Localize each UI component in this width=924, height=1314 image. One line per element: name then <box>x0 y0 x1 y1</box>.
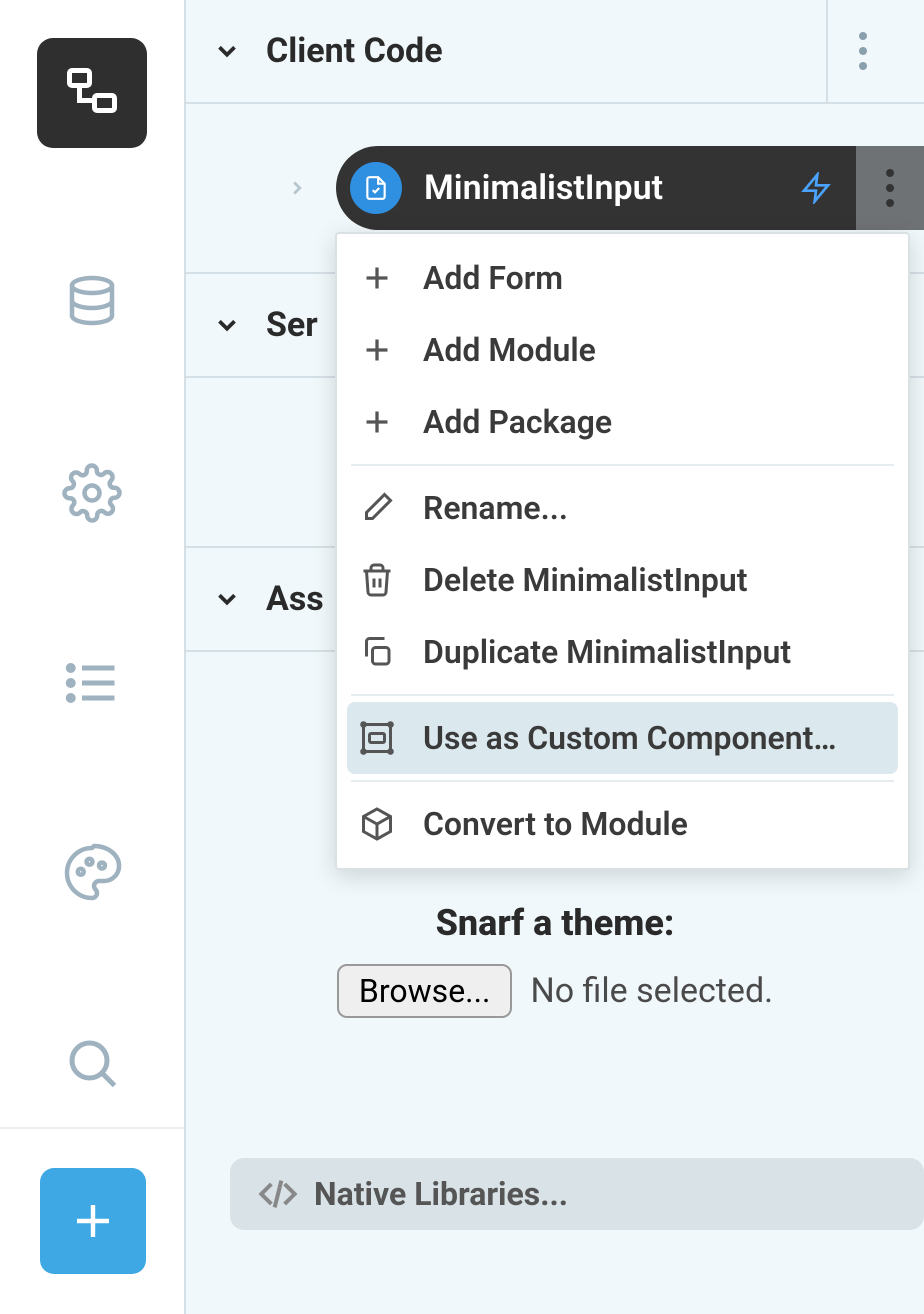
menu-convert-to-module[interactable]: Convert to Module <box>337 788 908 860</box>
gear-icon <box>62 463 122 523</box>
list-tab[interactable] <box>37 628 147 738</box>
tree-icon <box>62 63 122 123</box>
menu-add-module[interactable]: Add Module <box>337 314 908 386</box>
file-status: No file selected. <box>530 971 773 1011</box>
menu-duplicate[interactable]: Duplicate MinimalistInput <box>337 616 908 688</box>
selected-form-item[interactable]: MinimalistInput <box>336 146 856 230</box>
menu-add-package[interactable]: Add Package <box>337 386 908 458</box>
code-icon <box>258 1174 298 1214</box>
native-libraries-label: Native Libraries... <box>314 1175 568 1213</box>
menu-label: Delete MinimalistInput <box>423 561 748 599</box>
section-title: Ass <box>266 579 324 619</box>
plus-icon <box>359 260 395 296</box>
chevron-down-icon <box>212 36 242 66</box>
add-button[interactable] <box>40 1168 146 1274</box>
menu-add-form[interactable]: Add Form <box>337 242 908 314</box>
chevron-right-icon[interactable] <box>286 177 308 199</box>
menu-separator <box>351 780 894 782</box>
kebab-icon <box>885 168 895 208</box>
search-tab[interactable] <box>37 1008 147 1118</box>
menu-label: Duplicate MinimalistInput <box>423 633 791 671</box>
menu-label: Rename... <box>423 489 568 527</box>
rail-divider <box>0 1127 184 1129</box>
database-icon <box>62 273 122 333</box>
plus-icon <box>359 332 395 368</box>
menu-separator <box>351 464 894 466</box>
list-icon <box>62 653 122 713</box>
client-code-menu-button[interactable] <box>826 0 898 102</box>
plus-icon <box>69 1197 117 1245</box>
item-menu-button[interactable] <box>856 146 924 230</box>
menu-label: Convert to Module <box>423 805 688 843</box>
component-icon <box>359 720 395 756</box>
palette-icon <box>62 843 122 903</box>
left-rail <box>0 0 186 1314</box>
form-file-icon <box>350 162 402 214</box>
pencil-icon <box>359 490 395 526</box>
item-name: MinimalistInput <box>424 168 663 208</box>
client-code-header[interactable]: Client Code <box>186 0 924 104</box>
database-tab[interactable] <box>37 248 147 358</box>
menu-rename[interactable]: Rename... <box>337 472 908 544</box>
settings-tab[interactable] <box>37 438 147 548</box>
menu-use-as-custom-component[interactable]: Use as Custom Component… <box>347 702 898 774</box>
menu-label: Add Module <box>423 331 596 369</box>
duplicate-icon <box>359 634 395 670</box>
theme-block: Snarf a theme: Browse... No file selecte… <box>186 902 924 1018</box>
search-icon <box>62 1033 122 1093</box>
browse-button[interactable]: Browse... <box>337 964 513 1018</box>
menu-label: Add Form <box>423 259 563 297</box>
item-context-menu: Add Form Add Module Add Package Rename..… <box>335 232 910 870</box>
native-libraries-button[interactable]: Native Libraries... <box>230 1158 924 1230</box>
files-tree-tab[interactable] <box>37 38 147 148</box>
menu-delete[interactable]: Delete MinimalistInput <box>337 544 908 616</box>
plus-icon <box>359 404 395 440</box>
chevron-down-icon <box>212 584 242 614</box>
kebab-icon <box>858 31 868 71</box>
cube-icon <box>359 806 395 842</box>
chevron-down-icon <box>212 310 242 340</box>
menu-label: Use as Custom Component… <box>423 719 837 757</box>
menu-label: Add Package <box>423 403 612 441</box>
bolt-icon <box>800 172 832 204</box>
theme-label: Snarf a theme: <box>186 902 924 944</box>
theme-tab[interactable] <box>37 818 147 928</box>
section-title: Ser <box>266 305 318 345</box>
trash-icon <box>359 562 395 598</box>
menu-separator <box>351 694 894 696</box>
section-title: Client Code <box>266 31 443 71</box>
